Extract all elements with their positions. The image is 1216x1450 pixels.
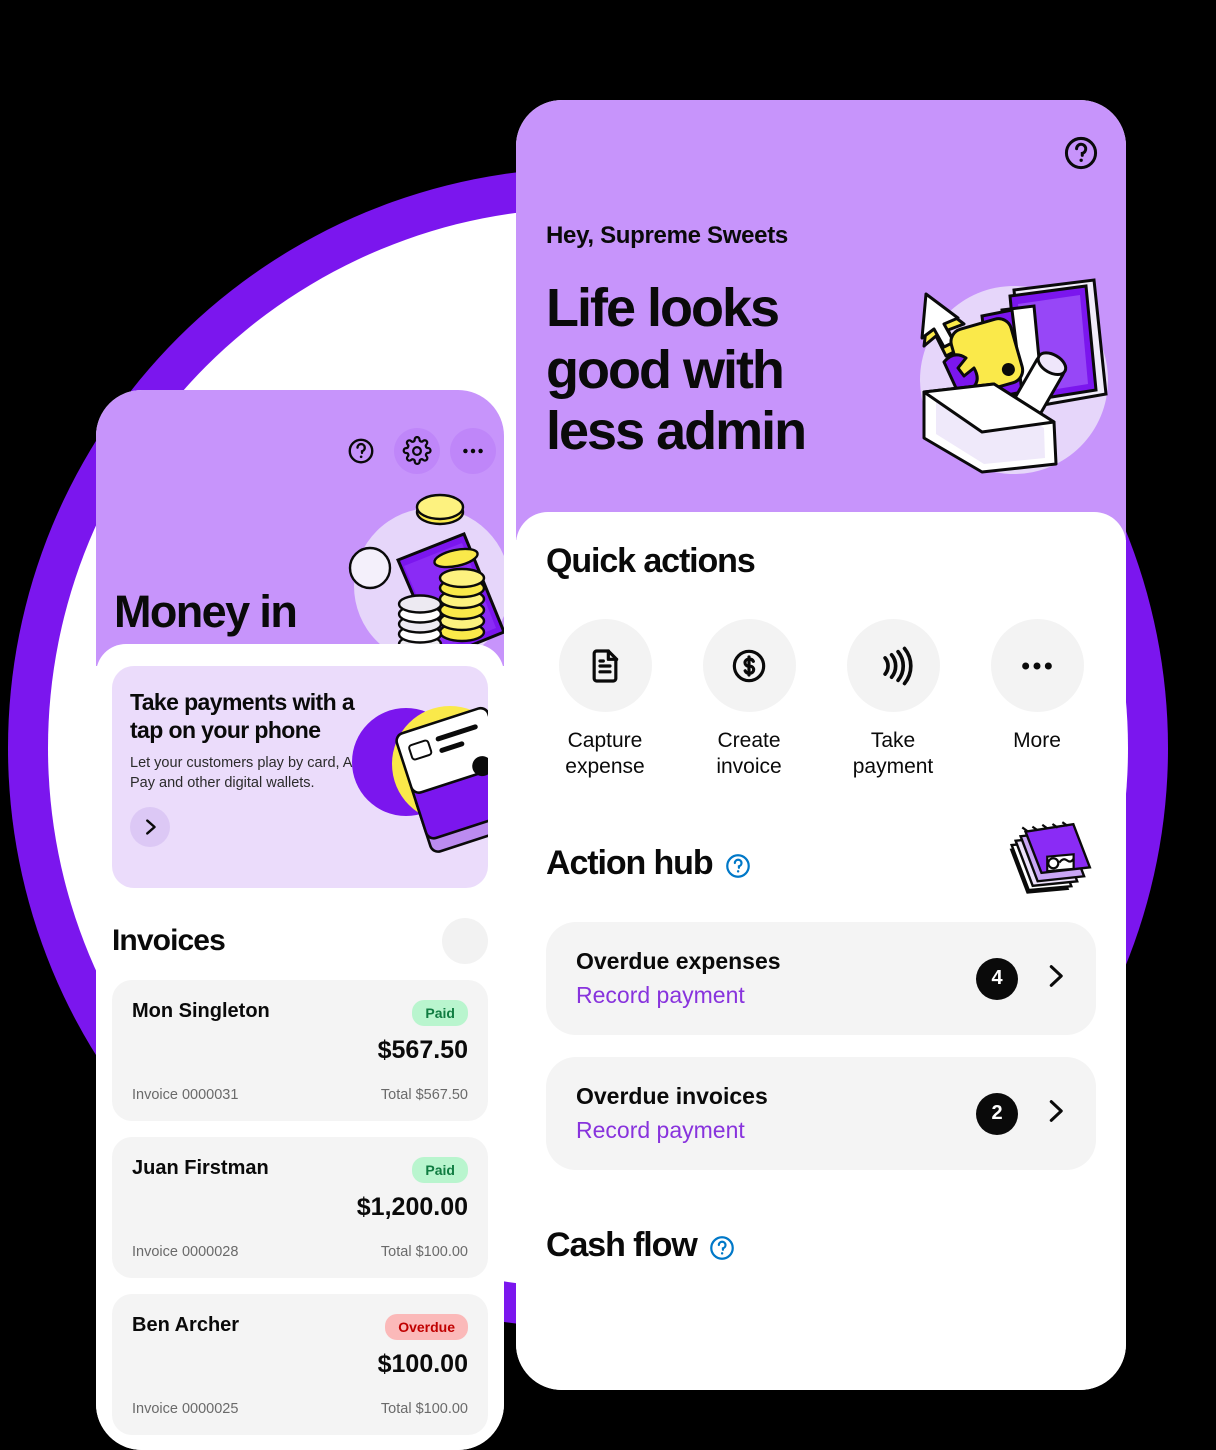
phone-money-in: Money in Take payments with a tap on you…: [96, 390, 504, 1450]
chevron-right-icon[interactable]: [1040, 1096, 1070, 1131]
toolbox-computer-illustration: [906, 272, 1118, 484]
invoice-reference: Invoice 0000028: [132, 1244, 239, 1260]
invoice-total: Total $100.00: [380, 1244, 468, 1260]
status-badge: Paid: [412, 1000, 468, 1026]
table-row[interactable]: Juan Firstman Paid $1,200.00 Invoice 000…: [112, 1137, 488, 1278]
money-in-header-icons: [338, 428, 496, 474]
invoice-total: Total $100.00: [380, 1401, 468, 1417]
promo-subtitle: Let your customers play by card, Apply P…: [130, 755, 380, 791]
help-circle-icon[interactable]: [724, 850, 752, 878]
money-in-header: Money in: [96, 390, 504, 666]
contactless-icon: [846, 619, 940, 712]
invoices-header: Invoices: [112, 918, 488, 964]
help-circle-icon[interactable]: [708, 1232, 736, 1260]
action-hub-label: Action hub: [546, 844, 714, 883]
status-badge: Overdue: [385, 1314, 468, 1340]
action-hub-title: Action hub: [546, 844, 752, 883]
quick-action-label: Create invoice: [716, 729, 782, 779]
action-hub-row-label: Overdue invoices: [576, 1083, 768, 1110]
dashboard-header: Hey, Supreme Sweets Life looks good with…: [516, 100, 1126, 540]
search-icon[interactable]: [442, 918, 488, 964]
page-title: Money in: [114, 586, 298, 637]
invoice-reference: Invoice 0000025: [132, 1401, 239, 1417]
invoice-customer-name: Ben Archer: [132, 1314, 240, 1336]
cash-flow-title: Cash flow: [546, 1226, 1096, 1265]
count-badge: 2: [976, 1092, 1018, 1135]
invoice-amount: $100.00: [377, 1350, 468, 1378]
hero-title: Life looks good with less admin: [546, 278, 807, 462]
cards-stack-illustration: [344, 684, 488, 854]
quick-action-take-payment[interactable]: Take payment: [834, 619, 952, 780]
action-hub-row-label: Overdue expenses: [576, 948, 781, 975]
document-icon: [558, 619, 652, 712]
dollar-circle-icon: [702, 619, 796, 712]
quick-actions-grid: Capture expense Create invoice Take paym…: [546, 619, 1096, 780]
quick-action-create-invoice[interactable]: Create invoice: [690, 619, 808, 780]
invoice-amount: $567.50: [377, 1036, 468, 1064]
dashboard-body: Quick actions Capture expense Create inv…: [516, 512, 1126, 1390]
status-badge: Paid: [412, 1157, 468, 1183]
phone-dashboard: Hey, Supreme Sweets Life looks good with…: [516, 100, 1126, 1390]
action-hub-row-link[interactable]: Record payment: [576, 982, 781, 1009]
action-hub-row-link[interactable]: Record payment: [576, 1117, 768, 1144]
help-icon[interactable]: [338, 428, 384, 474]
action-hub-header: Action hub: [546, 821, 1096, 900]
count-badge: 4: [976, 957, 1018, 1000]
cash-flow-label: Cash flow: [546, 1226, 698, 1265]
action-hub-row-overdue-expenses[interactable]: Overdue expenses Record payment 4: [546, 922, 1096, 1036]
invoice-customer-name: Mon Singleton: [132, 1000, 270, 1022]
quick-actions-label: Quick actions: [546, 542, 756, 580]
quick-actions-title: Quick actions: [546, 542, 1096, 581]
action-hub-row-overdue-invoices[interactable]: Overdue invoices Record payment 2: [546, 1057, 1096, 1171]
invoice-total: Total $567.50: [380, 1087, 468, 1103]
invoice-reference: Invoice 0000031: [132, 1087, 239, 1103]
promo-card-take-payments[interactable]: Take payments with a tap on your phone L…: [112, 666, 488, 888]
help-icon[interactable]: [1062, 134, 1100, 177]
quick-action-capture-expense[interactable]: Capture expense: [546, 619, 664, 780]
chevron-right-icon[interactable]: [1040, 961, 1070, 996]
gear-icon[interactable]: [394, 428, 440, 474]
chevron-right-icon[interactable]: [130, 807, 170, 848]
invoices-title: Invoices: [112, 924, 226, 957]
money-in-body: Take payments with a tap on your phone L…: [96, 644, 504, 1450]
invoice-customer-name: Juan Firstman: [132, 1157, 269, 1179]
more-icon[interactable]: [450, 428, 496, 474]
promo-title: Take payments with a tap on your phone: [130, 689, 355, 744]
invoice-amount: $1,200.00: [356, 1193, 468, 1221]
quick-action-more[interactable]: More: [978, 619, 1096, 780]
greeting-text: Hey, Supreme Sweets: [546, 222, 788, 249]
table-row[interactable]: Ben Archer Overdue $100.00 Invoice 00000…: [112, 1294, 488, 1435]
quick-action-label: Capture expense: [565, 729, 645, 779]
quick-action-label: Take payment: [852, 729, 934, 779]
table-row[interactable]: Mon Singleton Paid $567.50 Invoice 00000…: [112, 980, 488, 1121]
ellipsis-icon: [990, 619, 1084, 712]
notebook-files-illustration: [1004, 818, 1096, 900]
quick-action-label: More: [1013, 729, 1061, 752]
screenshot-stage: Money in Take payments with a tap on you…: [0, 0, 1216, 1450]
